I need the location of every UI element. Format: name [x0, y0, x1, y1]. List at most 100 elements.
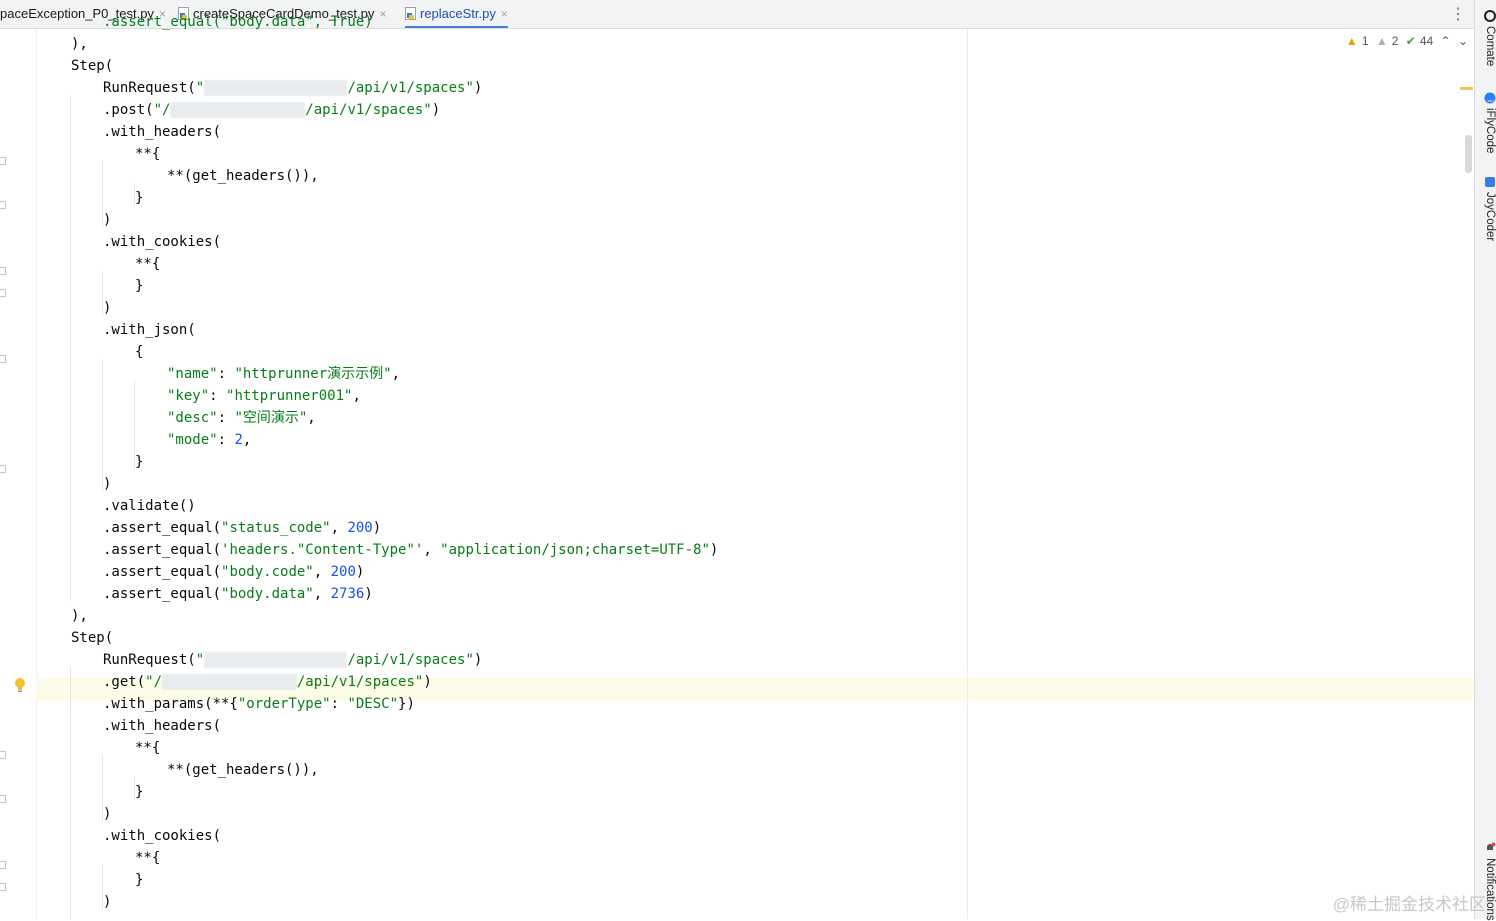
fold-marker-icon[interactable] — [0, 861, 6, 869]
param-key: "orderType" — [237, 696, 331, 712]
lightbulb-icon[interactable] — [14, 677, 26, 693]
code-line: .with_json( — [103, 322, 196, 338]
code-line: RunRequest("xxxxxxxxxxxxxxxxx/api/v1/spa… — [103, 652, 483, 668]
code-line: .get("/xxxxxxxxxxxxxxxx/api/v1/spaces") — [103, 674, 432, 690]
warning-count: 1 — [1361, 34, 1369, 48]
indent-guide — [70, 667, 71, 919]
more-tabs-icon[interactable]: ⋮ — [1450, 4, 1466, 24]
warning-stripe-marker[interactable] — [1460, 87, 1473, 90]
json-value: "空间演示" — [234, 410, 308, 426]
assert-value: 200 — [347, 520, 373, 536]
assert-value: "application/json;charset=UTF-8" — [440, 542, 710, 558]
weak-warning-count: 2 — [1391, 34, 1399, 48]
code-line: .assert_equal("status_code", 200) — [103, 520, 382, 536]
warning-icon: ▲ — [1345, 34, 1358, 48]
json-value: "httprunner001" — [226, 388, 353, 404]
tool-label: JoyCoder — [1484, 192, 1496, 242]
code-line: ) — [103, 806, 112, 822]
tool-window-comate[interactable]: Comate — [1476, 10, 1496, 66]
code-line: **{ — [135, 256, 161, 272]
vertical-scrollbar[interactable] — [1465, 135, 1472, 173]
param-value: "DESC" — [347, 696, 399, 712]
code-line: .assert_equal('headers."Content-Type"', … — [103, 542, 719, 558]
assert-value: 2736 — [330, 586, 365, 602]
code-line: } — [135, 872, 144, 888]
assert-key: 'headers."Content-Type"' — [221, 542, 424, 558]
code-line: ) — [103, 894, 112, 910]
tab-label: replaceStr.py — [420, 6, 496, 21]
assert-key: "body.data" — [221, 586, 314, 602]
indent-guide — [102, 359, 103, 491]
code-line: "desc": "空间演示", — [167, 410, 316, 426]
code-line: .assert_equal("body.code", 200) — [103, 564, 365, 580]
fold-marker-icon[interactable] — [0, 201, 6, 209]
code-line: ) — [103, 212, 112, 228]
fold-marker-icon[interactable] — [0, 795, 6, 803]
fold-marker-icon[interactable] — [0, 883, 6, 891]
iflycode-icon: i — [1484, 92, 1496, 104]
json-value: "httprunner演示示例" — [234, 366, 392, 382]
code-line: .assert_equal("body.data", True) — [103, 11, 373, 33]
code-line: .with_cookies( — [103, 828, 222, 844]
code-line: } — [135, 454, 144, 470]
tool-window-joycoder[interactable]: JoyCoder — [1476, 176, 1496, 241]
code-line: "key": "httprunner001", — [167, 388, 361, 404]
code-line: .with_headers( — [103, 718, 222, 734]
json-value: 2 — [234, 432, 243, 448]
tab-replacestr[interactable]: replaceStr.py × — [405, 0, 508, 28]
fold-marker-icon[interactable] — [0, 355, 6, 363]
code-line: } — [135, 784, 144, 800]
code-line: ) — [103, 476, 112, 492]
fold-marker-icon[interactable] — [0, 289, 6, 297]
tool-label: Comate — [1484, 26, 1496, 67]
code-line: ), — [71, 608, 88, 624]
code-line: **(get_headers()), — [167, 762, 319, 778]
indent-guide — [70, 95, 71, 601]
svg-text:i: i — [1486, 100, 1495, 102]
code-line: .with_cookies( — [103, 234, 222, 250]
code-editor[interactable]: .assert_equal("body.data", True) ), Step… — [0, 14, 1474, 919]
editor-gutter — [0, 29, 37, 919]
json-key: "key" — [167, 388, 210, 404]
fold-marker-icon[interactable] — [0, 157, 6, 165]
assert-key: "body.code" — [221, 564, 314, 580]
json-key: "name" — [167, 366, 218, 382]
fold-marker-icon[interactable] — [0, 751, 6, 759]
code-line: .post("/xxxxxxxxxxxxxxxx/api/v1/spaces") — [103, 102, 441, 118]
close-icon[interactable]: × — [379, 7, 386, 21]
comate-icon — [1484, 10, 1496, 22]
next-highlight-icon[interactable]: ⌄ — [1458, 34, 1468, 48]
previous-highlight-icon[interactable]: ⌃ — [1441, 34, 1451, 48]
code-line: ), — [71, 36, 88, 52]
json-key: "desc" — [167, 410, 218, 426]
inspections-widget[interactable]: ▲ 1 ▲ 2 ✔ 44 ⌃ ⌄ — [1342, 34, 1468, 48]
code-line: ) — [103, 300, 112, 316]
tool-window-iflycode[interactable]: i iFlyCode — [1476, 92, 1496, 153]
code-line: .with_headers( — [103, 124, 222, 140]
assert-key: "status_code" — [221, 520, 331, 536]
tool-label: iFlyCode — [1484, 108, 1496, 154]
fold-marker-icon[interactable] — [0, 267, 6, 275]
code-line: Step( — [71, 58, 114, 74]
code-line: .with_params(**{"orderType": "DESC"}) — [103, 696, 415, 712]
code-line: } — [135, 278, 144, 294]
code-line: { — [135, 344, 144, 360]
code-line: "mode": 2, — [167, 432, 252, 448]
fold-marker-icon[interactable] — [0, 465, 6, 473]
typo-check-icon: ✔ — [1405, 34, 1416, 48]
right-tool-strip: Comate i iFlyCode JoyCoder Notifications — [1474, 0, 1496, 921]
joycoder-icon — [1485, 177, 1495, 187]
right-margin-guide — [967, 29, 968, 919]
typo-count: 44 — [1419, 34, 1434, 48]
json-key: "mode" — [167, 432, 218, 448]
bell-icon — [1487, 842, 1496, 850]
code-line: Step( — [71, 630, 114, 646]
code-line: "name": "httprunner演示示例", — [167, 366, 401, 382]
python-file-icon — [405, 7, 416, 20]
assert-value: 200 — [330, 564, 356, 580]
code-line: RunRequest("xxxxxxxxxxxxxxxxx/api/v1/spa… — [103, 80, 483, 96]
close-icon[interactable]: × — [501, 7, 508, 21]
code-line: **{ — [135, 146, 161, 162]
code-line: **{ — [135, 850, 161, 866]
code-line: **{ — [135, 740, 161, 756]
